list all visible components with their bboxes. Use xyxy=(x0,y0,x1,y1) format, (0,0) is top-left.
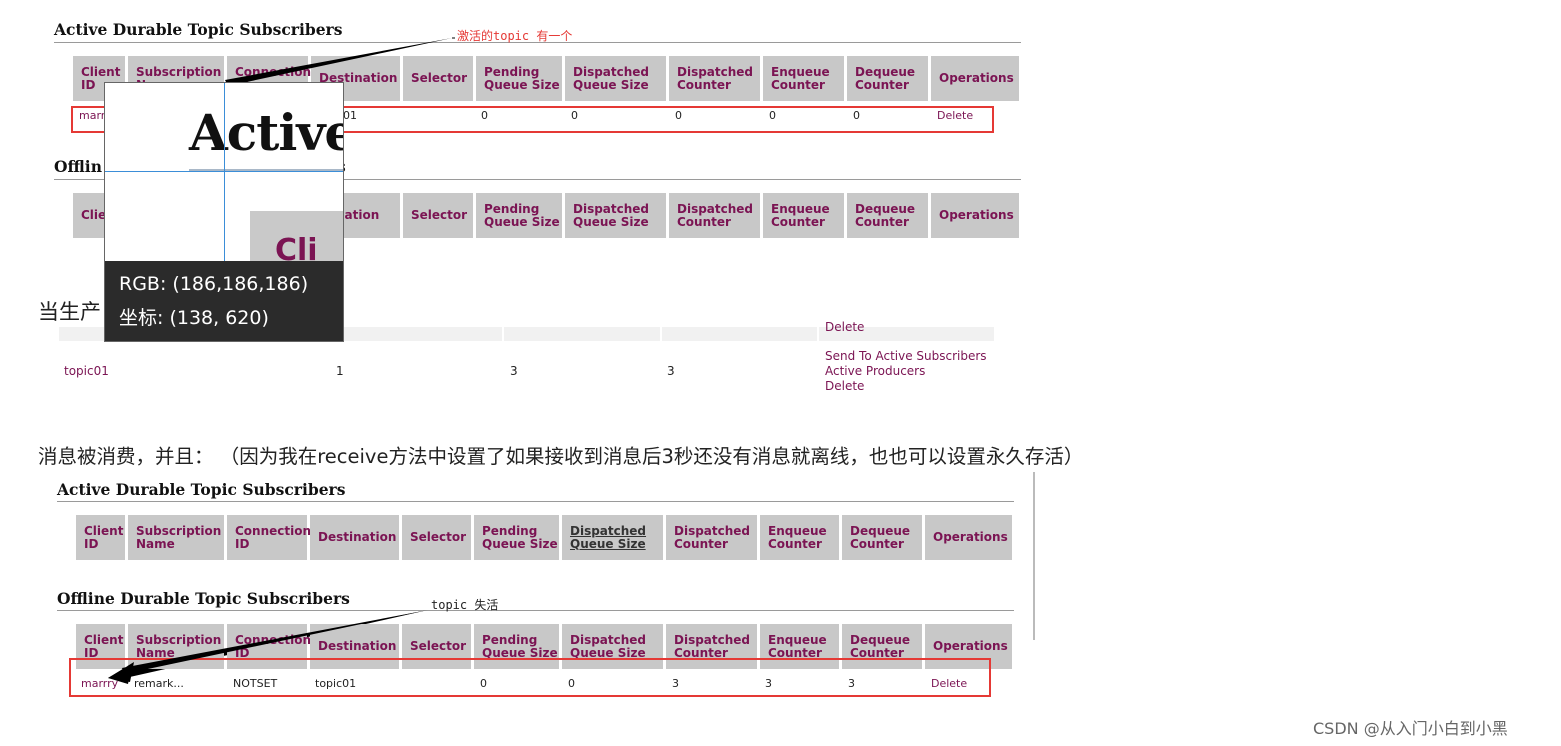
zoomed-text: Active xyxy=(189,103,344,162)
picker-info-panel: RGB: (186,186,186) 坐标: (138, 620) xyxy=(105,261,343,341)
crosshair-horizontal xyxy=(105,171,343,172)
watermark: CSDN @从入门小白到小黑 xyxy=(1313,719,1508,738)
color-picker-magnifier: Active Cli RGB: (186,186,186) 坐标: (138, … xyxy=(104,82,344,342)
coordinate-readout: 坐标: (138, 620) xyxy=(119,307,269,329)
crosshair-vertical xyxy=(224,83,225,261)
rgb-readout: RGB: (186,186,186) xyxy=(119,273,309,295)
